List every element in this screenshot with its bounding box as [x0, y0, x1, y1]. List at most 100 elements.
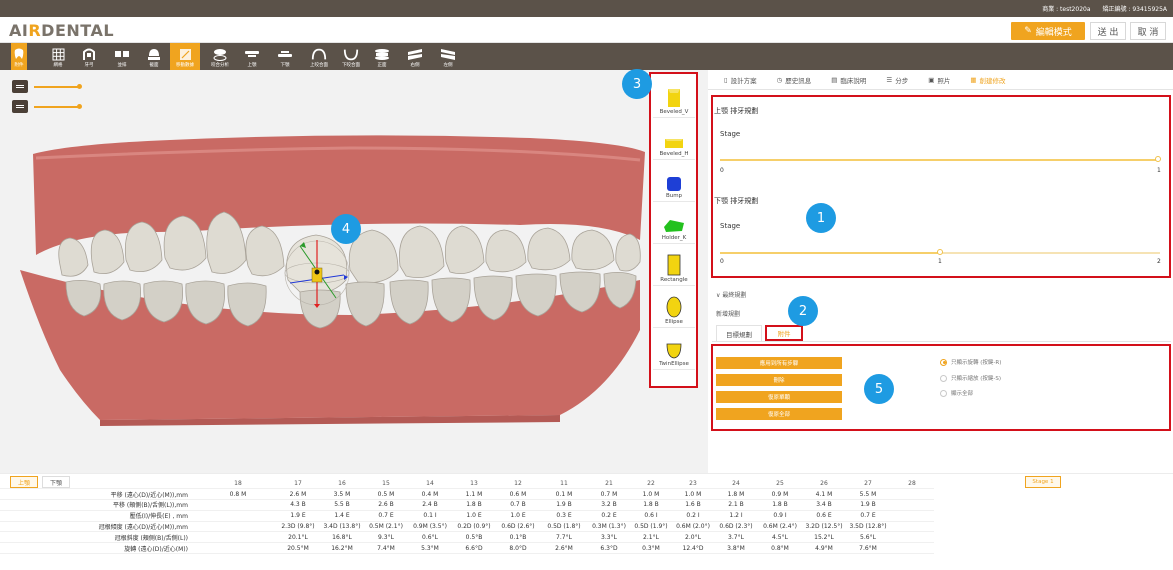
attachment-beveled-h[interactable]: Beveled_H	[653, 118, 695, 160]
lower-stage-min: 0	[720, 258, 724, 265]
stage-1-button[interactable]: Stage 1	[1025, 476, 1061, 488]
apply-all-steps-button[interactable]: 應用到所有步驟	[716, 357, 842, 369]
3d-viewport[interactable]	[0, 70, 708, 473]
table-row: 壓低(I)/伸長(E) , mm 1.9 E 1.4 E 0.7 E 0.1 I 1.0…	[0, 510, 934, 522]
lower-stage-label: Stage	[720, 222, 741, 230]
annotation-badge-4: 4	[331, 214, 361, 244]
col-14: 14	[408, 478, 452, 490]
create-icon: ▦	[970, 75, 977, 84]
attachment-rectangle[interactable]: Rectangle	[653, 244, 695, 286]
attachment-beveled-v[interactable]: Beveled_V	[653, 76, 695, 118]
view-tool-1[interactable]	[12, 80, 28, 93]
radio-show-all[interactable]: 顯示全部	[940, 389, 973, 397]
col-18: 18	[200, 478, 276, 490]
tool-attachment[interactable]: 附件	[11, 43, 27, 70]
tool-grid[interactable]: 網格	[47, 43, 69, 70]
attachment-holder-k[interactable]: Holder_K	[653, 202, 695, 244]
tab-history[interactable]: ◷ 歷史訊息	[767, 70, 822, 90]
attachment-bump[interactable]: Bump	[653, 160, 695, 202]
table-row: 冠根斜度 (頰側(B)/舌側(L)) 20.1°L 16.8°L 9.3°L 0.6°…	[0, 531, 934, 544]
tool-upper-jaw[interactable]: 上顎	[241, 43, 263, 70]
occlusion-icon	[212, 47, 228, 61]
tab-steps[interactable]: ☰ 分步	[876, 70, 918, 90]
upper-stage-min: 0	[720, 167, 724, 174]
right-tabs: ▯ 設計方案 ◷ 歷史訊息 ▤ 臨床說明 ☰ 分步 ▣ 照片 ▦ 創建修改	[708, 70, 1173, 90]
upper-occlusal-icon	[311, 47, 327, 61]
front-icon	[374, 47, 390, 61]
ruler-icon	[16, 105, 24, 108]
attachment-palette: Beveled_V Beveled_H Bump Holder_K Rectan…	[649, 72, 698, 388]
tab-photos[interactable]: ▣ 照片	[918, 70, 960, 90]
restore-single-button[interactable]: 復原單顆	[716, 391, 842, 403]
attachment-ellipse[interactable]: Ellipse	[653, 286, 695, 328]
lower-plan-title: 下顎 排牙規劃	[714, 197, 759, 205]
view-tool-2[interactable]	[12, 100, 28, 113]
table-row: 冠根傾度 (遠心(D)/近心(M)),mm 2.3D (9.8°) 3.4D (1…	[0, 521, 934, 533]
col-22: 22	[630, 478, 672, 490]
tool-side-by-side[interactable]: 並排	[111, 43, 133, 70]
doc-icon: ▯	[724, 75, 728, 84]
lower-stage-knob[interactable]	[937, 249, 943, 255]
holder-k-icon	[664, 220, 684, 232]
view-slider-2[interactable]	[34, 104, 82, 109]
subtab-target-plan[interactable]: 目標規劃	[716, 325, 762, 341]
restore-all-button[interactable]: 復原全部	[716, 408, 842, 420]
tool-lower-jaw[interactable]: 下顎	[274, 43, 296, 70]
lower-jaw-icon	[277, 47, 293, 61]
upper-stage-slider[interactable]	[720, 159, 1160, 161]
subtab-attachment[interactable]: 附件	[765, 325, 803, 341]
attachment-more[interactable]	[653, 370, 695, 386]
tool-occlusion[interactable]: 咬合分析	[205, 43, 235, 70]
bump-icon	[667, 177, 681, 191]
upper-plan-title: 上顎 排牙規劃	[714, 107, 759, 115]
attachment-twinellipse[interactable]: TwinEllipse	[653, 328, 695, 370]
lower-occlusal-icon	[343, 47, 359, 61]
col-25: 25	[758, 478, 802, 490]
app-window: 商業 : test2020a 矯正編號 : 93415925A AIRDENTA…	[0, 0, 1173, 570]
table-row: 旋轉 (遠心(D)/近心(M)) 20.5°M 16.2°M 7.4°M 5.3°M 6…	[0, 542, 934, 555]
pencil-icon: ✎	[1024, 26, 1032, 36]
edit-mode-button[interactable]: ✎ 編輯模式	[1011, 22, 1085, 40]
tool-move-data[interactable]: 移動數據	[170, 43, 200, 70]
tool-left-side[interactable]: 左側	[437, 43, 459, 70]
col-26: 26	[802, 478, 846, 490]
col-24: 24	[714, 478, 758, 490]
tooth-icon	[11, 47, 27, 61]
tool-upper-occlusal[interactable]: 上咬合面	[305, 43, 333, 70]
twinellipse-icon	[666, 343, 682, 359]
lower-stage-max: 2	[1157, 258, 1161, 265]
lower-stage-mid: 1	[938, 258, 942, 265]
table-row: 平移 (頰側(B)/舌側(L)),mm 4.3 B 5.5 B 2.6 B 2.4 B…	[0, 499, 934, 511]
upper-stage-knob[interactable]	[1155, 156, 1161, 162]
annotation-badge-1: 1	[806, 203, 836, 233]
dental-model[interactable]	[0, 70, 708, 473]
col-12: 12	[496, 478, 540, 490]
side-by-side-icon	[114, 47, 130, 61]
left-side-icon	[440, 47, 456, 61]
grid-icon	[50, 47, 66, 61]
tab-clinical[interactable]: ▤ 臨床說明	[821, 70, 876, 90]
annotation-badge-5: 5	[864, 374, 894, 404]
col-16: 16	[320, 478, 364, 490]
send-button[interactable]: 送 出	[1090, 22, 1126, 40]
tool-arch[interactable]: 牙弓	[78, 43, 100, 70]
annotation-badge-2: 2	[788, 296, 818, 326]
radio-dot	[940, 389, 947, 397]
tool-front[interactable]: 正面	[371, 43, 393, 70]
tab-create-edit[interactable]: ▦ 創建修改	[960, 70, 1015, 90]
delete-button[interactable]: 刪除	[716, 374, 842, 386]
col-23: 23	[672, 478, 714, 490]
tool-section[interactable]: 截面	[143, 43, 165, 70]
radio-scale-only[interactable]: 只顯示縮放 (按鍵-S)	[940, 374, 1001, 382]
view-slider-1[interactable]	[34, 84, 82, 89]
cancel-button[interactable]: 取 消	[1130, 22, 1166, 40]
final-plan-toggle[interactable]: ∨ 最終規劃	[716, 290, 746, 299]
radio-rotate-only[interactable]: 只顯示旋轉 (按鍵-R)	[940, 358, 1001, 366]
col-13: 13	[452, 478, 496, 490]
movement-table: 18 17 16 15 14 13 12 11 21 22 23 24 25 2…	[0, 478, 934, 555]
tool-right-side[interactable]: 右側	[404, 43, 426, 70]
col-28: 28	[890, 478, 934, 490]
tool-lower-occlusal[interactable]: 下咬合面	[337, 43, 365, 70]
doctor-label: 商業 : test2020a	[1042, 6, 1091, 13]
tab-design[interactable]: ▯ 設計方案	[714, 70, 767, 90]
